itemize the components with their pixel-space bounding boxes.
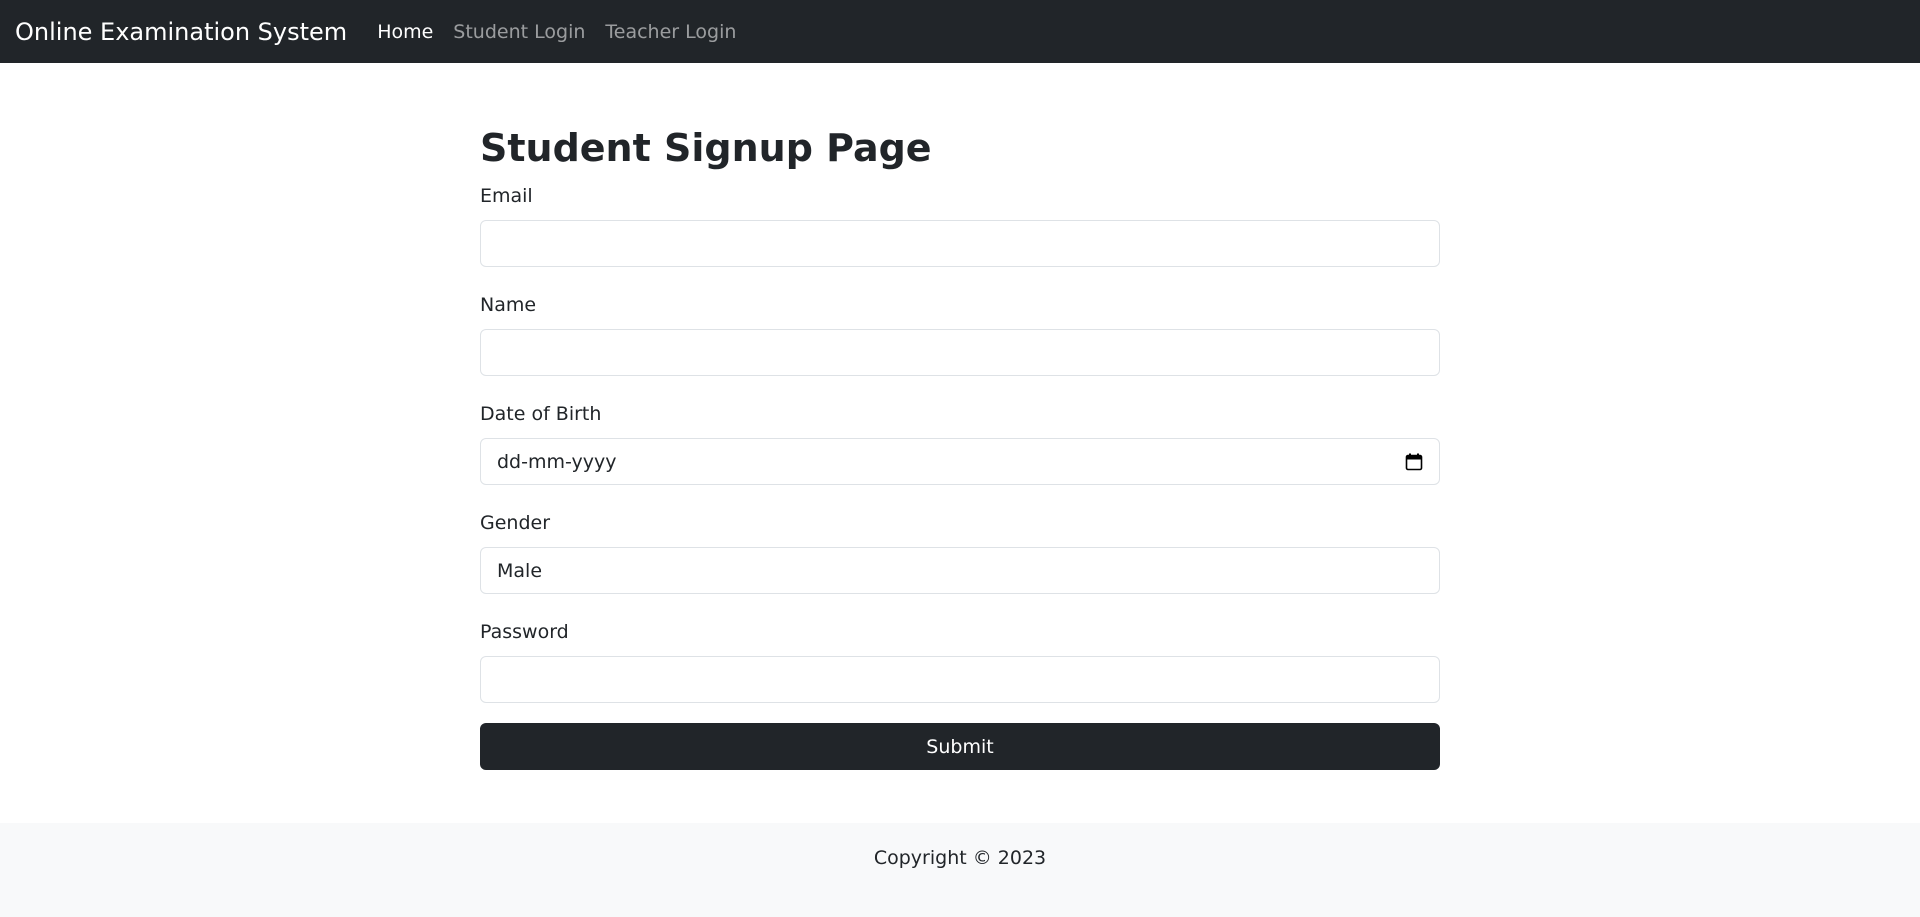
signup-form-container: Student Signup Page Email Name Date of B…	[480, 122, 1440, 770]
gender-label: Gender	[480, 512, 551, 534]
page-footer: Copyright © 2023	[0, 823, 1920, 917]
calendar-icon[interactable]	[1405, 453, 1423, 471]
gender-select[interactable]: Male	[480, 547, 1440, 594]
nav-link-home[interactable]: Home	[377, 21, 433, 43]
dob-placeholder: dd-mm-yyyy	[497, 450, 617, 473]
dob-field[interactable]: dd-mm-yyyy	[480, 438, 1440, 485]
brand-link[interactable]: Online Examination System	[15, 18, 347, 46]
submit-button[interactable]: Submit	[480, 723, 1440, 770]
top-navbar: Online Examination System Home Student L…	[0, 0, 1920, 63]
name-field[interactable]	[480, 329, 1440, 376]
dob-label: Date of Birth	[480, 403, 602, 425]
nav-link-student-login[interactable]: Student Login	[453, 21, 585, 43]
nav-link-teacher-login[interactable]: Teacher Login	[605, 21, 736, 43]
password-field[interactable]	[480, 656, 1440, 703]
name-label: Name	[480, 294, 537, 316]
password-label: Password	[480, 621, 569, 643]
email-label: Email	[480, 185, 533, 207]
copyright-text: Copyright © 2023	[873, 847, 1047, 869]
email-field[interactable]	[480, 220, 1440, 267]
gender-value: Male	[497, 559, 543, 582]
page-title: Student Signup Page	[480, 126, 932, 170]
